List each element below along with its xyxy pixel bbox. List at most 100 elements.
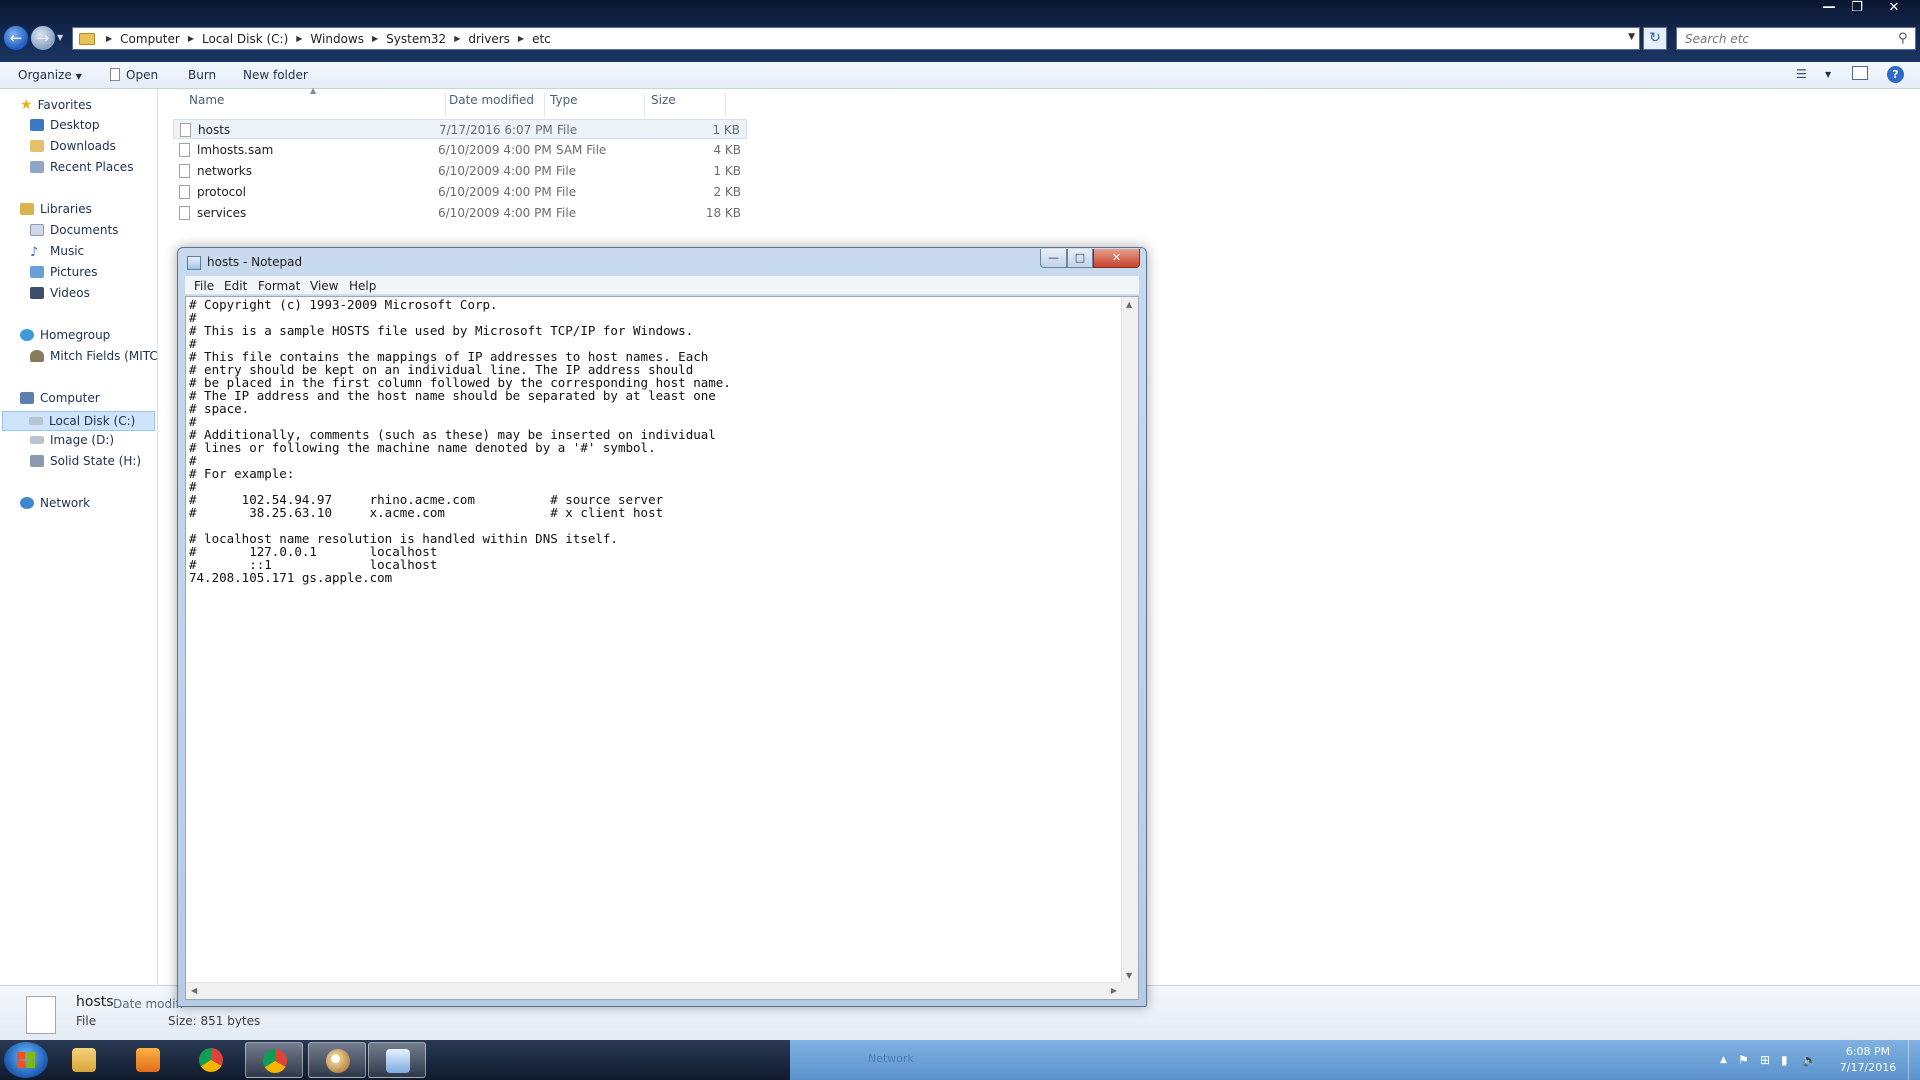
volume-icon[interactable]: 🔈 [1802,1053,1817,1067]
nav-downloads[interactable]: Downloads [30,139,116,153]
nav-homegroup[interactable]: Homegroup [20,328,110,342]
taskbar-media-player-button[interactable] [119,1042,177,1078]
organize-button[interactable]: Organize ▼ [18,68,82,82]
file-icon [179,143,190,157]
address-dropdown-icon[interactable]: ▼ [1628,32,1635,42]
menu-format[interactable]: Format [258,279,300,293]
scroll-down-icon[interactable]: ▼ [1126,971,1132,980]
taskbar-explorer-button[interactable] [55,1042,113,1078]
notepad-window[interactable]: hosts - Notepad — □ ✕ File Edit Format V… [177,247,1147,1007]
back-arrow-icon[interactable]: ← [3,25,29,51]
nav-libraries[interactable]: Libraries [20,202,92,216]
burn-button[interactable]: Burn [188,68,216,82]
scroll-up-icon[interactable]: ▲ [1126,300,1132,309]
nav-videos[interactable]: Videos [30,286,90,300]
nav-computer[interactable]: Computer [20,391,100,405]
taskbar-chrome-button[interactable] [182,1042,240,1078]
action-center-flag-icon[interactable]: ⚑ [1738,1053,1749,1067]
show-hidden-icons-icon[interactable]: ▲ [1720,1055,1727,1065]
start-button[interactable] [4,1042,48,1078]
taskbar-paint-button[interactable] [308,1042,366,1078]
close-icon[interactable]: ✕ [1093,249,1140,268]
file-icon [179,185,190,199]
maximize-icon[interactable]: □ [1067,249,1093,268]
breadcrumb-windows[interactable]: Windows [309,32,365,46]
scroll-left-icon[interactable]: ◀ [191,986,197,995]
windows-icon[interactable]: ⊞ [1760,1053,1770,1067]
downloads-icon [30,140,44,152]
address-bar[interactable]: ▶ Computer ▶ Local Disk (C:) ▶ Windows ▶… [72,27,1640,50]
nav-homegroup-user[interactable]: Mitch Fields (MITCH [30,349,158,363]
refresh-icon[interactable]: ↻ [1643,27,1667,50]
nav-pictures[interactable]: Pictures [30,265,98,279]
chevron-right-icon[interactable]: ▶ [289,34,309,43]
column-name[interactable]: Name [189,93,446,117]
chevron-right-icon[interactable]: ▶ [447,34,467,43]
horizontal-scrollbar[interactable]: ◀ ▶ [186,982,1122,999]
preview-pane-icon[interactable] [1852,66,1868,80]
views-icon[interactable]: ☰ [1796,67,1807,81]
file-row-protocol[interactable]: protocol 6/10/2009 4:00 PM File 2 KB [173,182,747,202]
restore-icon[interactable]: ❐ [1844,0,1870,18]
nav-solid-state[interactable]: Solid State (H:) [30,454,141,468]
show-desktop-button[interactable] [1908,1040,1920,1080]
file-name: hosts [198,123,231,137]
search-input[interactable] [1676,27,1916,50]
clock-date[interactable]: 7/17/2016 [1838,1061,1898,1074]
drive-icon [30,436,44,444]
breadcrumb-drivers[interactable]: drivers [467,32,511,46]
column-date-modified[interactable]: Date modified [449,93,545,117]
new-folder-button[interactable]: New folder [243,68,308,82]
menu-edit[interactable]: Edit [224,279,247,293]
menu-file[interactable]: File [194,279,214,293]
scroll-right-icon[interactable]: ▶ [1111,986,1117,995]
file-row-hosts[interactable]: hosts 7/17/2016 6:07 PM File 1 KB [173,119,747,139]
chevron-right-icon[interactable]: ▶ [99,34,119,43]
nav-local-disk[interactable]: Local Disk (C:) [2,411,155,431]
file-type: File [556,164,577,178]
chevron-right-icon[interactable]: ▶ [181,34,201,43]
nav-favorites[interactable]: ★ Favorites [20,97,92,113]
chevron-right-icon[interactable]: ▶ [511,34,531,43]
taskbar-chrome-button-active[interactable] [245,1042,303,1078]
breadcrumb-system32[interactable]: System32 [385,32,447,46]
vertical-scrollbar[interactable]: ▲ ▼ [1121,297,1138,983]
drive-icon [30,455,44,467]
file-row-networks[interactable]: networks 6/10/2009 4:00 PM File 1 KB [173,161,747,181]
breadcrumb-computer[interactable]: Computer [119,32,181,46]
nav-music[interactable]: ♪ Music [30,244,84,258]
minimize-icon[interactable]: — [1040,249,1067,268]
taskbar-notepad-button[interactable] [368,1042,426,1078]
close-icon[interactable]: ✕ [1873,0,1915,18]
help-icon[interactable]: ? [1887,66,1904,83]
chevron-right-icon[interactable]: ▶ [365,34,385,43]
windows-logo-icon [17,1052,35,1068]
file-row-lmhosts[interactable]: lmhosts.sam 6/10/2009 4:00 PM SAM File 4… [173,140,747,160]
search-icon[interactable]: ⚲ [1898,31,1908,46]
forward-arrow-icon[interactable]: → [30,25,56,51]
menu-help[interactable]: Help [349,279,376,293]
nav-recent-places[interactable]: Recent Places [30,160,133,174]
nav-label: Favorites [37,98,92,112]
resize-grip-icon[interactable] [1121,982,1138,999]
breadcrumb-etc[interactable]: etc [531,32,552,46]
menu-view[interactable]: View [310,279,338,293]
nav-network[interactable]: Network [20,496,90,510]
column-size[interactable]: Size [651,93,726,117]
network-signal-icon[interactable]: ▮ [1781,1053,1788,1067]
minimize-icon[interactable]: — [1816,0,1842,18]
views-dropdown-icon[interactable]: ▼ [1825,70,1831,79]
nav-image-drive[interactable]: Image (D:) [30,433,114,447]
user-icon [30,350,44,362]
breadcrumb-local-disk[interactable]: Local Disk (C:) [201,32,289,46]
file-row-services[interactable]: services 6/10/2009 4:00 PM File 18 KB [173,203,747,223]
star-icon: ★ [20,97,33,113]
history-dropdown-icon[interactable]: ▼ [57,33,63,42]
nav-desktop[interactable]: Desktop [30,118,100,132]
column-type[interactable]: Type [550,93,645,117]
open-button[interactable]: Open [110,68,158,82]
notepad-text-area[interactable]: # Copyright (c) 1993-2009 Microsoft Corp… [189,298,1119,980]
file-icon [179,206,190,220]
nav-documents[interactable]: Documents [30,223,118,237]
clock-time[interactable]: 6:08 PM [1838,1045,1898,1058]
